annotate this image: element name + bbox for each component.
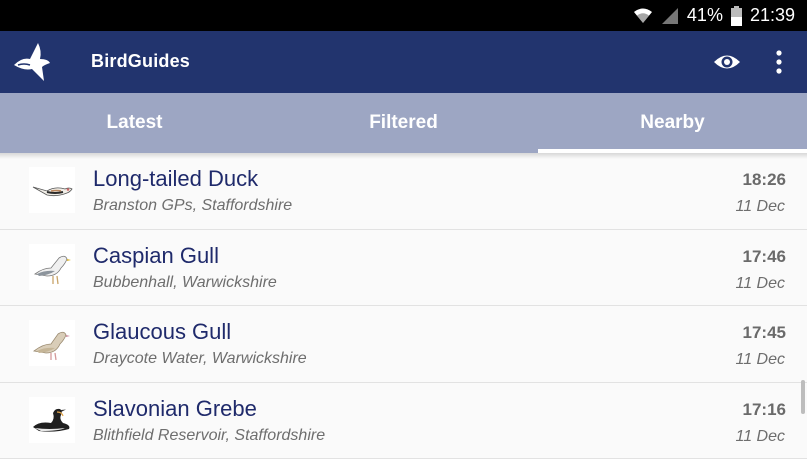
bird-location: Branston GPs, Staffordshire — [93, 197, 292, 215]
bird-name: Glaucous Gull — [93, 319, 231, 345]
wifi-icon — [633, 7, 653, 25]
more-vert-icon[interactable] — [768, 47, 790, 77]
tab-filtered[interactable]: Filtered — [269, 93, 538, 153]
bird-logo-icon — [12, 41, 52, 83]
bird-location: Blithfield Reservoir, Staffordshire — [93, 427, 325, 445]
tab-shadow — [0, 153, 807, 159]
sighting-date: 11 Dec — [735, 428, 785, 446]
scrollbar[interactable] — [801, 380, 805, 414]
sighting-time: 18:26 — [743, 170, 786, 190]
gull-icon — [29, 244, 75, 290]
sighting-date: 11 Dec — [735, 351, 785, 369]
sighting-time: 17:16 — [743, 400, 786, 420]
sighting-date: 11 Dec — [735, 198, 785, 216]
tab-latest[interactable]: Latest — [0, 93, 269, 153]
bird-name: Long-tailed Duck — [93, 166, 258, 192]
gull-icon — [29, 320, 75, 366]
status-bar: 41% 21:39 — [0, 0, 807, 31]
battery-percent: 41% — [687, 5, 723, 26]
tab-nearby[interactable]: Nearby — [538, 93, 807, 153]
signal-icon — [661, 7, 679, 25]
bird-name: Slavonian Grebe — [93, 396, 257, 422]
sighting-time: 17:45 — [743, 323, 786, 343]
grebe-icon — [29, 397, 75, 443]
list-item[interactable]: Glaucous Gull Draycote Water, Warwickshi… — [0, 306, 807, 383]
bird-name: Caspian Gull — [93, 243, 219, 269]
eye-icon[interactable] — [712, 49, 742, 75]
list-item[interactable]: Caspian Gull Bubbenhall, Warwickshire 17… — [0, 230, 807, 307]
sighting-time: 17:46 — [743, 247, 786, 267]
bird-location: Draycote Water, Warwickshire — [93, 350, 307, 368]
sighting-date: 11 Dec — [735, 275, 785, 293]
battery-icon — [731, 6, 742, 26]
app-title: BirdGuides — [91, 51, 190, 72]
list-item[interactable]: Slavonian Grebe Blithfield Reservoir, St… — [0, 383, 807, 459]
duck-icon — [29, 167, 75, 213]
tab-bar: Latest Filtered Nearby — [0, 93, 807, 153]
sightings-list: Long-tailed Duck Branston GPs, Staffords… — [0, 153, 807, 459]
list-item[interactable]: Long-tailed Duck Branston GPs, Staffords… — [0, 153, 807, 230]
app-bar: BirdGuides — [0, 31, 807, 93]
bird-location: Bubbenhall, Warwickshire — [93, 274, 277, 292]
clock: 21:39 — [750, 5, 795, 26]
